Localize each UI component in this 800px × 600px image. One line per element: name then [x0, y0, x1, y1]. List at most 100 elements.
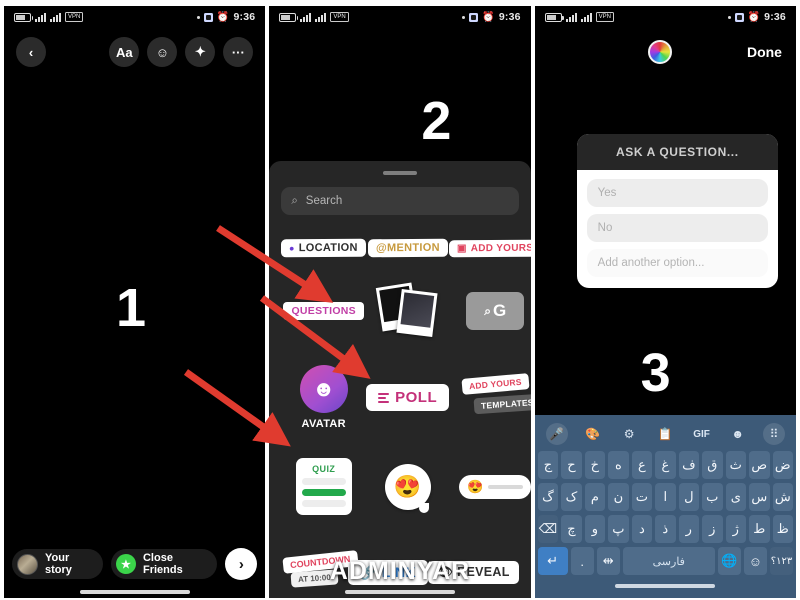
signal-icon-2 — [50, 12, 61, 22]
key[interactable]: خ — [584, 451, 606, 479]
poll-option-1[interactable]: Yes — [586, 179, 768, 207]
battery-icon — [544, 12, 564, 22]
clipboard-icon[interactable]: 📋 — [654, 423, 676, 445]
sticker-link[interactable]: 🔗 LINK — [347, 559, 428, 585]
key[interactable]: ذ — [655, 515, 676, 543]
emoji-icon[interactable]: ☺ — [743, 547, 767, 575]
numbers-key[interactable]: ۱۲۳؟ — [769, 547, 793, 575]
sticker-questions[interactable]: QUESTIONS — [283, 302, 364, 320]
three-panel-tutorial: VPN ⏰ 9:36 ‹ Aa ☺ ✦ ··· 1 Your story ★ C… — [0, 0, 800, 600]
sticker-avatar[interactable]: ☻ AVATAR — [299, 365, 348, 430]
more-options-icon[interactable]: ··· — [223, 37, 254, 67]
key[interactable]: ن — [608, 483, 629, 511]
key[interactable]: ت — [631, 483, 653, 511]
back-button[interactable]: ‹ — [16, 37, 46, 67]
sticker-templates[interactable]: ADD YOURS TEMPLATES — [461, 372, 531, 420]
key[interactable]: ض — [772, 451, 793, 479]
globe-icon[interactable]: 🌐 — [717, 547, 741, 575]
search-icon: ⌕ — [484, 303, 491, 318]
key[interactable]: ث — [725, 451, 747, 479]
sticker-location[interactable]: ● LOCATION — [281, 238, 367, 258]
color-wheel-icon[interactable] — [647, 40, 672, 64]
sticker-gif[interactable]: ⌕ G — [466, 292, 525, 330]
status-right-1: ⏰ 9:36 — [196, 11, 255, 23]
key[interactable]: ظ — [772, 515, 793, 543]
key[interactable]: ح — [561, 451, 582, 479]
sticker-reveal-label: REVEAL — [457, 565, 510, 579]
key[interactable]: چ — [561, 515, 582, 543]
signal-icon-2 — [315, 12, 327, 22]
key[interactable]: ص — [749, 451, 770, 479]
chevron-left-icon: ‹ — [28, 44, 34, 60]
done-button[interactable]: Done — [747, 44, 782, 60]
text-tool-button[interactable]: Aa — [109, 37, 140, 67]
sticker-countdown[interactable]: COUNTDOWN AT 10:00 — [281, 550, 358, 590]
question-sticker-options: Yes No Add another option... — [577, 170, 778, 288]
close-friends-button[interactable]: ★ Close Friends — [110, 549, 218, 579]
key[interactable]: ب — [702, 483, 723, 511]
key[interactable]: ج — [537, 451, 559, 479]
sticker-quiz[interactable]: QUIZ — [295, 458, 352, 515]
question-sticker-title[interactable]: ASK A QUESTION... — [576, 134, 778, 170]
status-left-1: VPN — [14, 12, 84, 22]
key[interactable]: ک — [561, 483, 582, 511]
key[interactable]: ی — [725, 483, 747, 511]
sticker-emoji-reaction[interactable]: 😍 — [384, 463, 431, 513]
palette-icon[interactable]: 🎨 — [582, 423, 604, 445]
key[interactable]: م — [584, 483, 606, 511]
key[interactable]: ل — [678, 483, 700, 511]
key[interactable]: ر — [678, 515, 700, 543]
keyboard-row-1: ض ص ث ق ف غ ع ه خ ح ج — [537, 451, 793, 479]
key[interactable]: پ — [608, 515, 629, 543]
key[interactable]: ز — [702, 515, 723, 543]
key[interactable]: ق — [702, 451, 723, 479]
key[interactable]: گ — [537, 483, 559, 511]
alarm-icon: ⏰ — [747, 11, 761, 23]
backspace-key[interactable]: ⌫ — [537, 515, 559, 543]
sticker-icon[interactable]: ☻ — [727, 423, 749, 445]
heart-eyes-emoji-icon: 😍 — [467, 478, 484, 494]
sticker-face-icon[interactable]: ☺ — [147, 37, 178, 67]
mic-icon[interactable]: 🎤 — [545, 423, 568, 445]
eye-icon: 👁 — [436, 564, 454, 579]
pin-icon: ● — [289, 243, 296, 254]
status-bar-2: VPN ⏰ 9:36 — [269, 6, 530, 28]
space-key[interactable]: فارسی — [622, 547, 715, 575]
vpn-badge: VPN — [595, 12, 614, 22]
key[interactable]: د — [631, 515, 653, 543]
gear-icon[interactable]: ⚙ — [618, 423, 640, 445]
key[interactable]: ه — [608, 451, 629, 479]
next-button[interactable]: › — [225, 548, 258, 580]
app-square-icon — [469, 12, 479, 22]
editor-toolbar: ‹ Aa ☺ ✦ ··· — [4, 28, 265, 76]
search-input[interactable]: ⌕ Search — [281, 187, 519, 215]
period-key[interactable]: . — [570, 547, 594, 575]
key[interactable]: ش — [772, 483, 793, 511]
key[interactable]: ا — [655, 483, 676, 511]
key[interactable]: غ — [655, 451, 676, 479]
sticker-add-yours[interactable]: ▣ ADD YOURS — [449, 239, 531, 257]
drag-handle[interactable] — [382, 171, 417, 175]
sticker-photos[interactable] — [375, 282, 439, 338]
sticker-poll[interactable]: POLL — [366, 384, 450, 411]
gif-button[interactable]: GIF — [691, 423, 713, 445]
key[interactable]: ژ — [725, 515, 747, 543]
sparkles-icon[interactable]: ✦ — [185, 37, 216, 67]
grid-icon[interactable]: ⠿ — [762, 423, 785, 445]
key[interactable]: ف — [678, 451, 700, 479]
avatar-face-icon: ☻ — [299, 365, 348, 413]
key[interactable]: س — [749, 483, 770, 511]
key[interactable]: و — [584, 515, 606, 543]
panel-story-editor: VPN ⏰ 9:36 ‹ Aa ☺ ✦ ··· 1 Your story ★ C… — [4, 6, 266, 598]
camera-icon: ▣ — [457, 242, 467, 254]
sticker-emoji-slider[interactable]: 😍 — [459, 474, 531, 499]
poll-option-add[interactable]: Add another option... — [586, 249, 768, 277]
key[interactable]: ط — [749, 515, 770, 543]
key[interactable]: ع — [631, 451, 653, 479]
poll-option-2[interactable]: No — [586, 214, 768, 242]
sticker-reveal[interactable]: 👁 REVEAL — [427, 560, 519, 584]
your-story-button[interactable]: Your story — [12, 549, 103, 579]
sticker-mention[interactable]: @MENTION — [367, 238, 448, 258]
enter-key[interactable]: ↵ — [537, 547, 568, 575]
cursor-arrows-icon[interactable]: ⇹ — [596, 547, 620, 575]
